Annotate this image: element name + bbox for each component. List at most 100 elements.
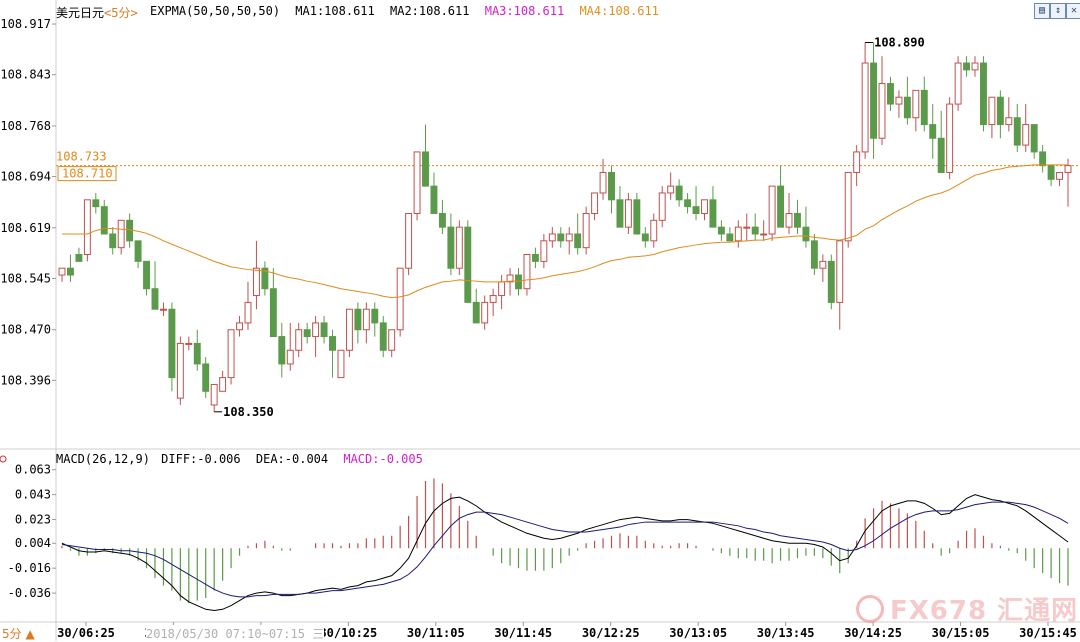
candle-body-down [202, 363, 210, 392]
candle-body-down [557, 233, 565, 242]
candle-body-up [861, 62, 869, 153]
macd-tick-label: 0.063 [15, 463, 51, 477]
price-tick-label: 108.843 [0, 68, 51, 82]
candle-body-down [515, 274, 522, 290]
ema-ma1: MA1:108.611 [295, 4, 375, 18]
macd-dea: DEA:-0.004 [255, 452, 329, 466]
candle-body-down [143, 260, 150, 290]
macd-tick-label: 0.043 [15, 488, 51, 502]
macd-label[interactable]: MACD(26,12,9) [56, 452, 150, 466]
candle-body-up [819, 260, 827, 269]
candle-body-down [726, 233, 734, 242]
candle-body-down [464, 226, 472, 303]
candle-body-down [980, 62, 987, 126]
ema-label[interactable]: EXPMA(50,50,50,50) [150, 4, 280, 18]
candle-body-down [641, 233, 649, 242]
period-selector[interactable]: 5分 ▲ [2, 625, 35, 642]
candle-body-down [472, 301, 480, 324]
candle-body-up [1064, 165, 1072, 173]
macd-tick-label: -0.036 [8, 586, 51, 600]
candle-body-up [701, 199, 708, 214]
candle-body-up [498, 281, 506, 297]
candle-body-down [794, 212, 801, 228]
time-tick-label: 30/13:05 [669, 626, 727, 640]
time-tick-label: 30/06:25 [57, 626, 115, 640]
candle-body-down [1013, 117, 1021, 146]
candle-body-up [337, 349, 345, 379]
candle-body-up [971, 62, 979, 71]
candle-body-up [388, 329, 396, 351]
candle-body-down [692, 206, 700, 214]
candle-body-up [219, 377, 227, 392]
candle-body-down [616, 199, 624, 228]
candle-body-up [565, 233, 573, 242]
candle-body-up [912, 89, 920, 119]
candle-body-up [481, 301, 489, 324]
candle-body-up [176, 342, 184, 399]
candle-body-up [946, 103, 954, 173]
candle-body-down [1039, 151, 1047, 167]
price-tick-label: 108.768 [0, 119, 51, 133]
candle-body-down [608, 171, 615, 201]
candle-body-down [996, 96, 1004, 126]
ema-ma2: MA2:108.611 [390, 4, 470, 18]
resize-icon[interactable]: ↕ [1050, 3, 1066, 19]
candle-body-down [75, 254, 83, 262]
candle-body-up [236, 322, 243, 331]
candle-body-down [717, 226, 725, 235]
candle-body-up [83, 199, 91, 256]
candle-body-down [66, 267, 74, 276]
candle-body-down [920, 89, 928, 126]
price-tick-label: 108.396 [0, 373, 51, 387]
time-tick-label: 30/15:45 [1019, 626, 1077, 640]
price-tick-label: 108.694 [0, 170, 51, 184]
time-tick-label: 30/15:05 [932, 626, 990, 640]
candle-body-up [836, 240, 844, 303]
close-icon[interactable]: ✕ [1066, 3, 1080, 19]
candle-body-down [320, 322, 328, 338]
time-tick-label: 30/10:25 [319, 626, 377, 640]
candle-body-up [489, 295, 497, 303]
macd-legend: MACD(26,12,9) DIFF:-0.006 DEA:-0.004 MAC… [56, 452, 423, 466]
candle-body-up [853, 151, 861, 173]
candle-body-down [531, 254, 539, 262]
candle-body-up [286, 349, 294, 365]
macd-dea-line [61, 501, 1069, 598]
candle-body-up [540, 240, 548, 262]
candle-body-down [684, 199, 692, 208]
candle-body-down [633, 199, 641, 235]
candle-body-up [295, 329, 303, 351]
candle-body-down [109, 233, 117, 249]
watermark-logo-icon [856, 594, 884, 623]
candle-body-up [599, 171, 607, 194]
candle-body-up [785, 212, 793, 228]
candle-body-up [1022, 124, 1030, 146]
candle-body-down [709, 199, 717, 228]
candle-body-down [903, 96, 911, 119]
candle-body-up [405, 212, 413, 269]
candle-body-down [963, 62, 971, 71]
candle-body-down [929, 124, 937, 139]
macd-tick-label: 0.023 [15, 513, 51, 527]
chart-canvas: 108.917 108.843 108.768 108.694 108.619 108.5… [0, 0, 1080, 641]
candle-body-up [954, 62, 962, 105]
macd-tick-label: 0.004 [15, 536, 51, 550]
candle-body-down [134, 240, 142, 262]
ema-line [62, 164, 1068, 299]
candle-body-up [988, 96, 996, 126]
period-tag[interactable]: <5分> [104, 6, 138, 20]
candle-body-down [1030, 124, 1038, 153]
candle-body-down [193, 342, 201, 365]
price-tick-label: 108.545 [0, 271, 51, 285]
candle-body-up [210, 383, 218, 406]
candle-body-up [743, 226, 751, 229]
candle-body-down [92, 199, 100, 208]
macd-tick-label: -0.016 [8, 561, 51, 575]
candle-body-up [658, 192, 666, 221]
candle-body-up [1005, 117, 1013, 126]
candle-body-up [345, 308, 353, 351]
panel-layout-icon[interactable]: ▤ [1034, 3, 1050, 19]
candle-body-up [58, 267, 66, 276]
candle-body-down [329, 336, 336, 351]
candle-body-up [1056, 171, 1064, 180]
